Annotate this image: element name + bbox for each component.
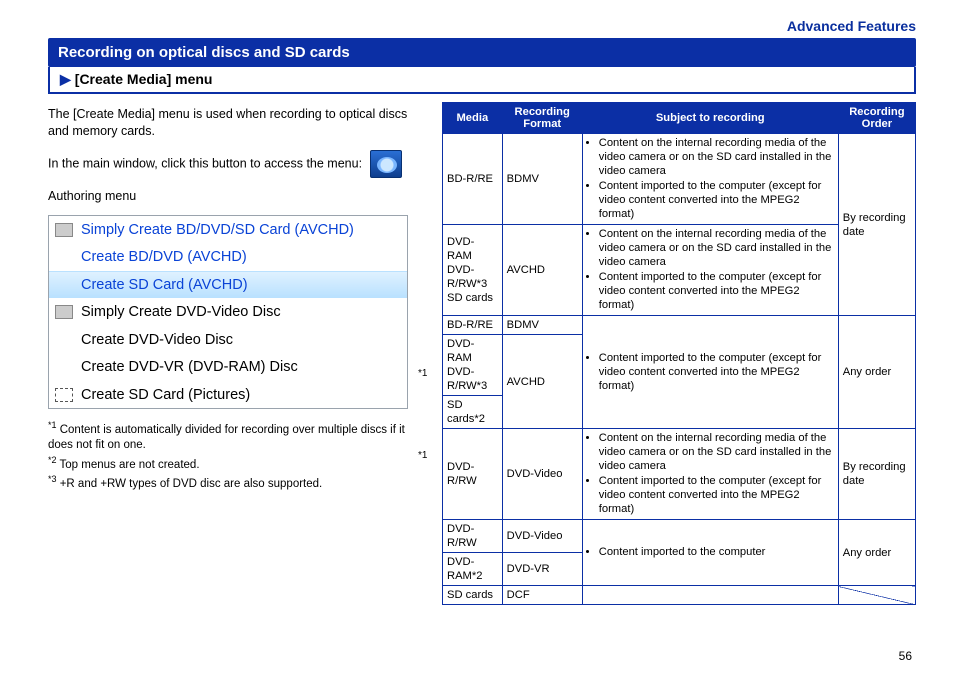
cell-format: AVCHD: [502, 335, 582, 429]
create-media-button-icon[interactable]: [370, 150, 402, 178]
footnote-1: Content is automatically divided for rec…: [48, 424, 405, 452]
bullet: Content on the internal recording media …: [599, 431, 834, 473]
menu-item-label: Create SD Card (AVCHD): [81, 277, 248, 293]
bullet: Content on the internal recording media …: [599, 136, 834, 178]
cell-order-na: [838, 586, 915, 605]
bullet: Content imported to the computer (except…: [599, 179, 834, 221]
menu-item-create-dvd-video[interactable]: Create DVD-Video Disc: [49, 326, 407, 354]
cell-media: DVD-RAM DVD-R/RW*3: [443, 335, 503, 396]
header-advanced-features: Advanced Features: [48, 18, 916, 34]
menu-item-create-sd-avchd[interactable]: Create SD Card (AVCHD): [49, 271, 407, 299]
intro-text-2-label: In the main window, click this button to…: [48, 156, 362, 170]
cell-subject: Content on the internal recording media …: [582, 225, 838, 316]
menu-item-label: Create SD Card (Pictures): [81, 387, 250, 403]
page-number: 56: [899, 649, 912, 663]
annotation-star1-b: *1: [418, 450, 427, 461]
menu-item-label: Simply Create DVD-Video Disc: [81, 304, 281, 320]
cell-subject-empty: [582, 586, 838, 605]
cell-format: DCF: [502, 586, 582, 605]
annotation-star1-a: *1: [418, 368, 427, 379]
cell-media: BD-R/RE: [443, 316, 503, 335]
cell-order: Any order: [838, 316, 915, 429]
footnotes: *1 Content is automatically divided for …: [48, 419, 428, 493]
cell-order: Any order: [838, 520, 915, 586]
bullet: Content imported to the computer: [599, 545, 834, 559]
cell-media: BD-R/RE: [443, 134, 503, 225]
menu-item-create-bd-dvd-avchd[interactable]: Create BD/DVD (AVCHD): [49, 243, 407, 271]
pictures-icon: [55, 388, 73, 402]
menu-item-create-dvd-vr[interactable]: Create DVD-VR (DVD-RAM) Disc: [49, 353, 407, 381]
cell-order: By recording date: [838, 134, 915, 316]
std-icon: [55, 305, 73, 319]
hd-icon: [55, 223, 73, 237]
subsection-title: ▶[Create Media] menu: [48, 67, 916, 94]
th-recording-order: Recording Order: [838, 103, 915, 134]
cell-format: DVD-VR: [502, 553, 582, 586]
cell-media: DVD-RAM DVD-R/RW*3 SD cards: [443, 225, 503, 316]
menu-item-label: Create DVD-VR (DVD-RAM) Disc: [81, 359, 298, 375]
menu-item-label: Create BD/DVD (AVCHD): [81, 249, 247, 265]
authoring-menu-label: Authoring menu: [48, 188, 428, 205]
authoring-menu-panel: Simply Create BD/DVD/SD Card (AVCHD) Cre…: [48, 215, 408, 410]
bullet: Content imported to the computer (except…: [599, 351, 834, 393]
cell-media: DVD-R/RW: [443, 520, 503, 553]
subsection-label: [Create Media] menu: [75, 71, 213, 87]
menu-item-create-sd-pictures[interactable]: Create SD Card (Pictures): [49, 381, 407, 409]
cell-format: DVD-Video: [502, 520, 582, 553]
bullet: Content imported to the computer (except…: [599, 474, 834, 516]
th-recording-format: Recording Format: [502, 103, 582, 134]
footnote-3: +R and +RW types of DVD disc are also su…: [60, 478, 323, 490]
recording-table: Media Recording Format Subject to record…: [442, 102, 916, 605]
cell-subject: Content on the internal recording media …: [582, 429, 838, 520]
intro-text-1: The [Create Media] menu is used when rec…: [48, 106, 428, 140]
cell-media: SD cards*2: [443, 396, 503, 429]
cell-subject: Content imported to the computer: [582, 520, 838, 586]
bullet: Content imported to the computer (except…: [599, 270, 834, 312]
cell-format: DVD-Video: [502, 429, 582, 520]
cell-format: AVCHD: [502, 225, 582, 316]
cell-subject: Content imported to the computer (except…: [582, 316, 838, 429]
cell-media: SD cards: [443, 586, 503, 605]
intro-text-2: In the main window, click this button to…: [48, 150, 428, 178]
section-title: Recording on optical discs and SD cards: [48, 38, 916, 67]
cell-media: DVD-RAM*2: [443, 553, 503, 586]
menu-item-simply-create-dvd-video[interactable]: Simply Create DVD-Video Disc: [49, 298, 407, 326]
cell-order: By recording date: [838, 429, 915, 520]
triangle-icon: ▶: [60, 71, 71, 87]
cell-format: BDMV: [502, 316, 582, 335]
menu-item-label: Simply Create BD/DVD/SD Card (AVCHD): [81, 222, 354, 238]
footnote-2: Top menus are not created.: [60, 459, 200, 471]
menu-item-label: Create DVD-Video Disc: [81, 332, 233, 348]
th-media: Media: [443, 103, 503, 134]
bullet: Content on the internal recording media …: [599, 227, 834, 269]
menu-item-simply-create-avchd[interactable]: Simply Create BD/DVD/SD Card (AVCHD): [49, 216, 407, 244]
th-subject: Subject to recording: [582, 103, 838, 134]
cell-format: BDMV: [502, 134, 582, 225]
cell-subject: Content on the internal recording media …: [582, 134, 838, 225]
cell-media: DVD-R/RW: [443, 429, 503, 520]
